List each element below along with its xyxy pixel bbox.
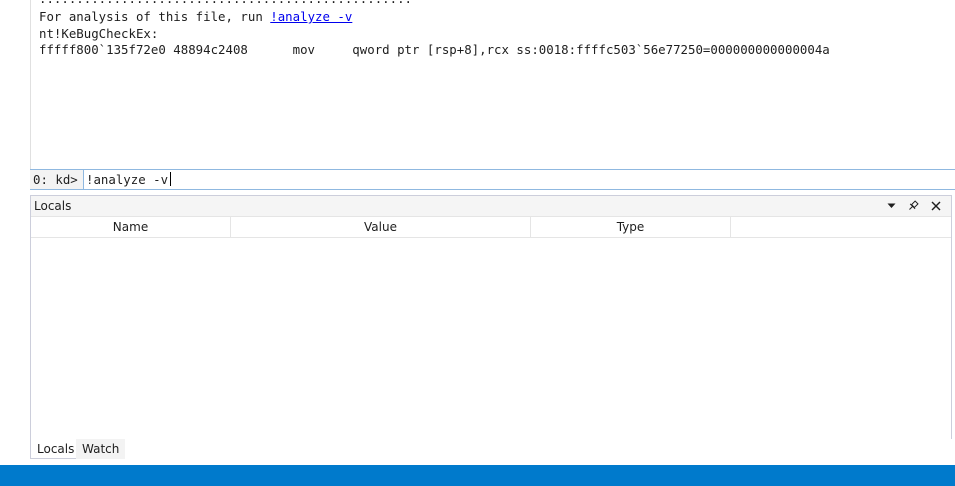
pin-icon — [909, 200, 919, 210]
output-line-disassembly: fffff800`135f72e0 48894c2408 mov qword p… — [39, 42, 830, 57]
column-header-value[interactable]: Value — [231, 217, 531, 237]
debugger-window: ........................................… — [0, 0, 955, 486]
locals-panel: Locals Name Value Type — [30, 195, 952, 441]
command-prompt-bar: 0: kd> — [30, 169, 955, 190]
auto-hide-button[interactable] — [905, 198, 921, 214]
output-line-analysis: For analysis of this file, run !analyze … — [39, 9, 352, 25]
locals-column-headers: Name Value Type — [31, 217, 951, 238]
bottom-tab-strip: Locals Watch — [30, 439, 955, 461]
column-header-type[interactable]: Type — [531, 217, 731, 237]
output-line-prefix: For analysis of this file, run — [39, 9, 271, 24]
chevron-down-icon — [887, 203, 895, 208]
command-output[interactable]: ........................................… — [30, 0, 955, 169]
status-bar — [0, 465, 955, 486]
close-panel-button[interactable] — [928, 198, 944, 214]
tab-watch[interactable]: Watch — [76, 439, 126, 459]
prompt-label: 0: kd> — [30, 170, 84, 189]
window-position-button[interactable] — [883, 198, 899, 214]
text-caret — [170, 172, 171, 186]
locals-grid-body[interactable] — [31, 238, 951, 440]
left-gutter — [0, 0, 30, 465]
close-icon — [931, 201, 941, 211]
tab-locals[interactable]: Locals — [30, 439, 82, 459]
column-header-name[interactable]: Name — [31, 217, 231, 237]
analyze-command-link[interactable]: !analyze -v — [270, 9, 352, 24]
locals-panel-title: Locals — [34, 199, 72, 213]
output-dots-line: ........................................… — [39, 0, 412, 7]
output-line-symbol: nt!KeBugCheckEx: — [39, 26, 159, 41]
command-input[interactable] — [84, 170, 946, 189]
column-header-filler — [731, 217, 951, 237]
locals-panel-header: Locals — [31, 196, 951, 217]
